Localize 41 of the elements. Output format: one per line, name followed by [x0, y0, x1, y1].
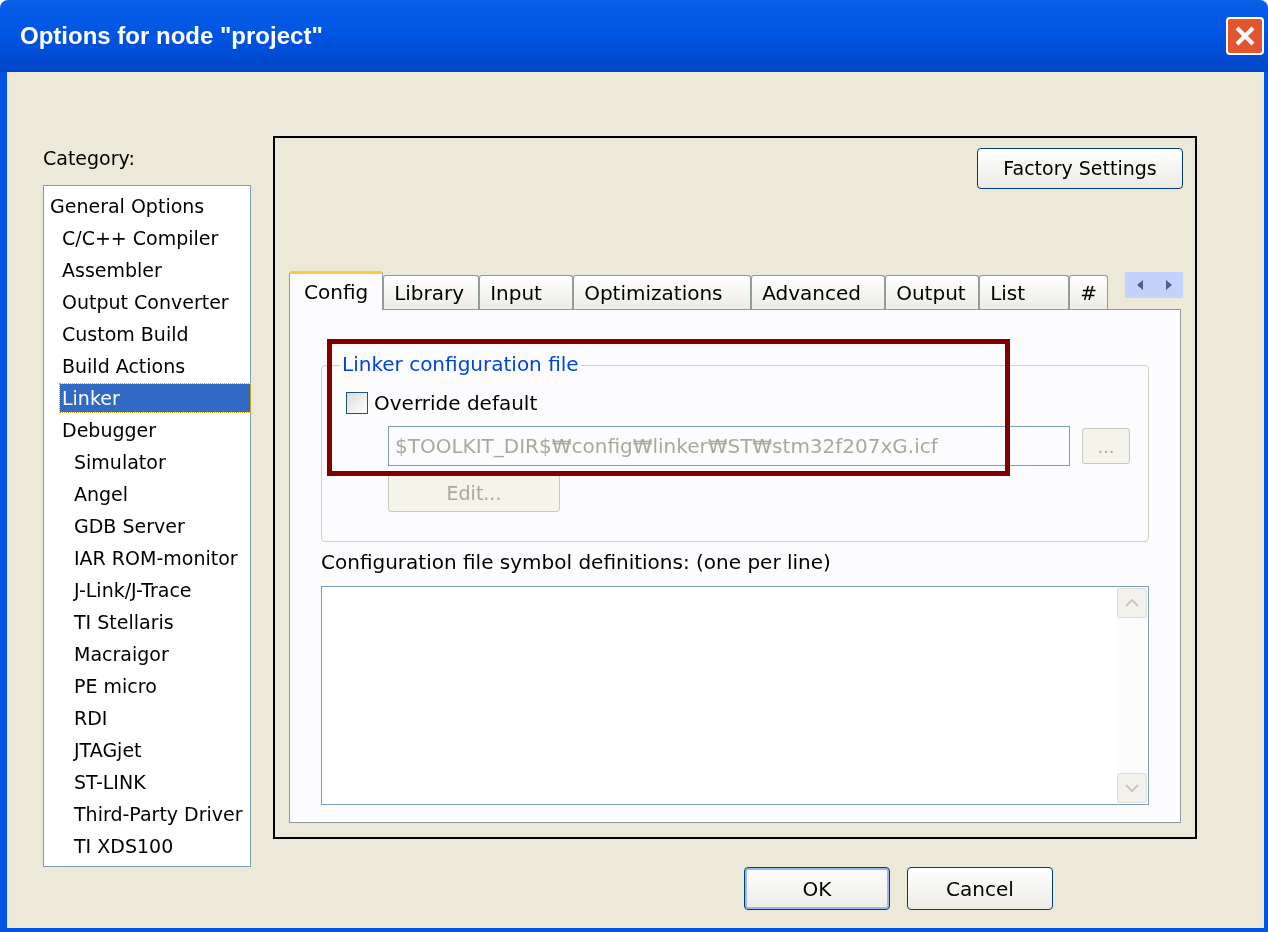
category-item[interactable]: Third-Party Driver [72, 799, 245, 828]
window-title: Options for node "project" [20, 21, 323, 51]
category-item[interactable]: J-Link/J-Trace [72, 575, 194, 604]
category-item[interactable]: TI XDS100 [72, 831, 176, 860]
category-item[interactable]: ST-LINK [72, 767, 148, 796]
tab[interactable]: Library [383, 275, 480, 309]
category-item[interactable]: Debugger [60, 415, 159, 444]
category-item[interactable]: Output Converter [60, 287, 231, 316]
category-item[interactable]: Assembler [60, 255, 164, 284]
right-arrow-icon[interactable] [1163, 279, 1174, 291]
tab[interactable]: Output [885, 275, 980, 309]
category-item[interactable]: General Options [48, 191, 207, 220]
dialog-button[interactable]: OK [744, 867, 890, 910]
category-item[interactable]: TI Stellaris [72, 607, 176, 636]
factory-settings-button[interactable]: Factory Settings [977, 148, 1183, 189]
tab[interactable]: List [979, 275, 1070, 309]
category-item[interactable]: C/C++ Compiler [60, 223, 221, 252]
category-item[interactable]: Custom Build [60, 319, 191, 348]
category-item[interactable]: Linker [60, 383, 250, 412]
tab[interactable]: Advanced [751, 275, 886, 309]
category-item[interactable]: PE micro [72, 671, 159, 700]
category-item[interactable]: GDB Server [72, 511, 187, 540]
category-item[interactable]: RDI [72, 703, 110, 732]
tab[interactable]: Config [289, 271, 384, 310]
checkbox-label: Override default [374, 390, 538, 417]
tab[interactable]: Optimizations [573, 275, 752, 309]
category-item[interactable]: Angel [72, 479, 131, 508]
category-item[interactable]: Macraigor [72, 639, 171, 668]
category-label: Category: [43, 146, 136, 171]
tab[interactable]: # [1069, 275, 1108, 309]
tab[interactable]: Input [479, 275, 574, 309]
category-item[interactable]: IAR ROM-monitor [72, 543, 240, 572]
checkbox[interactable] [346, 392, 368, 414]
close-icon [1234, 25, 1256, 47]
symbol-definitions-label: Configuration file symbol definitions: (one per line) [321, 549, 832, 576]
category-item[interactable]: Build Actions [60, 351, 188, 380]
category-item[interactable]: Simulator [72, 447, 168, 476]
category-item[interactable]: JTAGjet [72, 735, 144, 764]
dialog-button[interactable]: Cancel [907, 867, 1053, 910]
tab-scroll-buttons[interactable] [1125, 272, 1183, 298]
close-button[interactable] [1226, 17, 1264, 55]
